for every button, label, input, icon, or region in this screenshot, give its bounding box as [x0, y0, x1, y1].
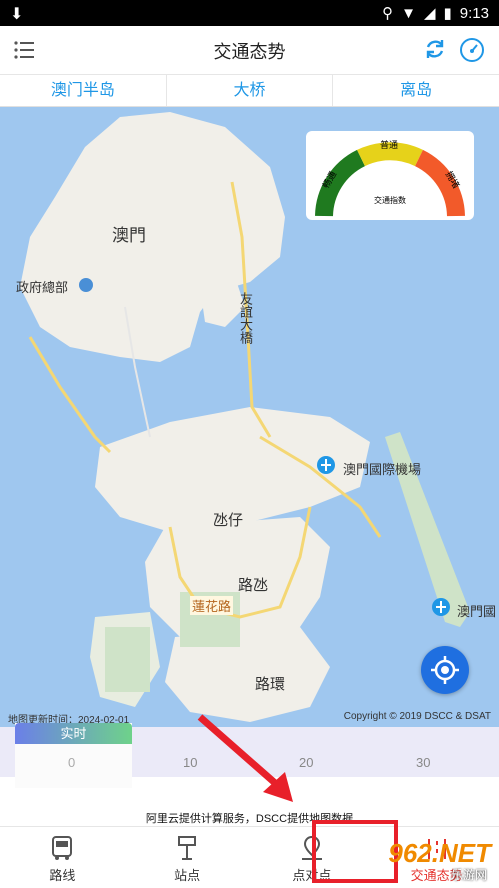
watermark-sub: 乐游网 [450, 868, 487, 882]
annotation-arrow [197, 714, 293, 802]
gauge-label-index: 交通指数 [374, 196, 406, 205]
map-label-lotus-road: 蓮花路 [190, 596, 234, 615]
traffic-index-gauge: 畅通 普通 拥堵 交通指数 [306, 131, 474, 220]
nav-route[interactable]: 路线 [0, 827, 125, 888]
bus-stop-icon [178, 836, 197, 860]
region-tabs: 澳门半岛 大桥 离岛 [0, 75, 499, 107]
timeline-tick: 30 [416, 755, 431, 770]
signal-icon: ◢ [423, 5, 436, 22]
timeline-current-value: 0 [68, 755, 76, 770]
gov-hq-marker [79, 278, 93, 292]
map-label-coloane: 路環 [255, 676, 286, 693]
nav-stop[interactable]: 站点 [125, 827, 250, 888]
map-label-cotai: 路氹 [238, 577, 269, 594]
tab-bridge[interactable]: 大桥 [167, 75, 334, 106]
nav-route-label: 路线 [49, 868, 76, 883]
park-coloane [105, 627, 150, 692]
watermark-text: 962.NET [388, 838, 491, 868]
locate-button[interactable] [421, 646, 469, 694]
refresh-icon[interactable] [423, 37, 447, 61]
map-label-friendship-bridge: 友誼大橋 [238, 292, 253, 344]
gauge-label-normal: 普通 [380, 140, 399, 150]
status-time: 9:13 [459, 4, 489, 22]
data-credit: 阿里云提供计算服务，DSCC提供地图数据 [145, 813, 354, 825]
location-icon: ⚲ [382, 5, 394, 22]
wifi-icon: ▼ [401, 4, 416, 22]
app-bar: 交通态势 [0, 26, 499, 75]
crosshair-icon [431, 656, 459, 684]
battery-icon: ▮ [443, 5, 452, 22]
speedometer-icon[interactable] [459, 37, 485, 63]
watermark: 962.NET 乐游网 [355, 838, 495, 883]
map-copyright: Copyright © 2019 DSCC & DSAT [343, 711, 491, 722]
map-label-taipa: 氹仔 [213, 512, 244, 529]
nav-stop-label: 站点 [174, 868, 201, 883]
bus-icon [52, 836, 73, 860]
map-label-airport: 澳門國際機場 [343, 462, 422, 477]
map-label-airport-2: 澳門國 [457, 604, 497, 619]
tab-macau-peninsula[interactable]: 澳门半岛 [0, 75, 167, 106]
download-icon: ⬇ [10, 6, 24, 23]
gauge-segment-normal [357, 142, 423, 167]
map-label-gov-hq: 政府總部 [16, 280, 69, 295]
live-label[interactable]: 实时 [15, 723, 132, 744]
tab-islands[interactable]: 离岛 [333, 75, 499, 106]
map-label-macau: 澳門 [112, 226, 146, 245]
road-sai-van-bridge [28, 336, 112, 454]
status-bar: ⬇ ⚲ ▼ ◢ ▮ 9:13 [0, 0, 499, 26]
